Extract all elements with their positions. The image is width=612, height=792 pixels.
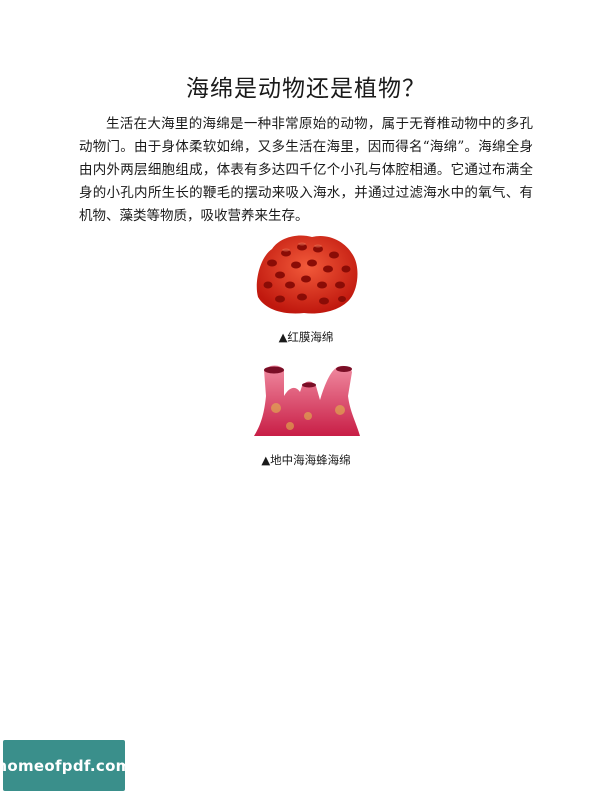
- caption-red-sponge: ▲红膜海绵: [278, 330, 334, 344]
- article-body: 生活在大海里的海绵是一种非常原始的动物，属于无脊椎动物中的多孔动物门。由于身体柔…: [79, 116, 533, 224]
- page-title: 海绵是动物还是植物？: [186, 76, 426, 102]
- pink-sponge-image: [254, 365, 360, 436]
- watermark-badge: homeofpdf.com: [0, 740, 131, 791]
- caption-pink-sponge: ▲地中海海蜂海绵: [261, 453, 351, 467]
- figure-red-sponge: ▲红膜海绵: [0, 227, 612, 345]
- figure-pink-sponge: ▲地中海海蜂海绵: [0, 356, 612, 468]
- watermark-text: homeofpdf.com: [0, 756, 132, 775]
- red-sponge-image: [256, 235, 358, 314]
